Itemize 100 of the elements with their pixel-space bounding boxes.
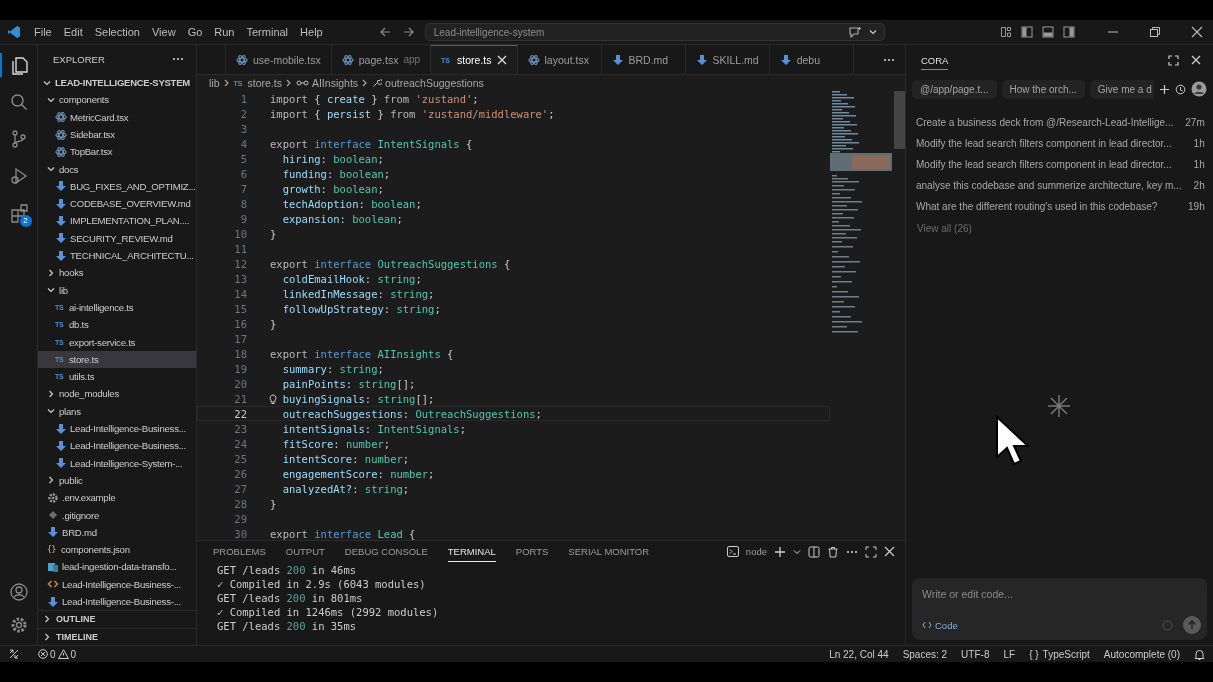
account-icon[interactable]: [8, 582, 29, 602]
close-icon[interactable]: [496, 55, 507, 65]
view-all-link[interactable]: View all (26): [917, 223, 972, 234]
chat-title[interactable]: CORA: [921, 50, 949, 70]
folder-entry[interactable]: public: [38, 471, 196, 490]
warning-count[interactable]: 0: [70, 648, 77, 660]
tree-entry[interactable]: Sidebar.tsx: [38, 125, 196, 144]
bell-icon[interactable]: [1194, 648, 1205, 660]
panel-tab[interactable]: PORTS: [515, 541, 549, 562]
command-center[interactable]: Lead-intelligence-system: [424, 23, 885, 41]
language-mode[interactable]: TypeScript: [1042, 648, 1090, 660]
panel-tab[interactable]: TERMINAL: [447, 541, 496, 562]
chevron-icon[interactable]: [46, 267, 56, 278]
menu-item[interactable]: File: [28, 26, 58, 38]
tree-entry[interactable]: BRD.md: [38, 523, 196, 541]
tree-entry[interactable]: CODEBASE_OVERVIEW.md: [38, 195, 196, 213]
folder-entry[interactable]: docs: [38, 160, 196, 178]
files-icon[interactable]: [9, 55, 30, 75]
secondary-sidebar-icon[interactable]: [1063, 26, 1075, 38]
workspace-header[interactable]: LEAD-INTELLIGENCE-SYSTEM: [38, 73, 196, 92]
panel-tab[interactable]: PROBLEMS: [213, 541, 266, 562]
menu-item[interactable]: Go: [181, 26, 209, 38]
panel-toggle-icon[interactable]: [1042, 26, 1054, 38]
status-item[interactable]: Spaces: 2: [902, 648, 948, 660]
avatar-icon[interactable]: [1190, 81, 1207, 97]
tree-entry[interactable]: Lead-Intelligence-Business...: [38, 437, 196, 455]
tree-entry[interactable]: SECURITY_REVIEW.md: [38, 229, 196, 247]
status-item[interactable]: Ln 22, Col 44: [829, 648, 889, 660]
folder-entry[interactable]: lib: [38, 281, 196, 299]
history-item[interactable]: Modify the lead search filters component in lead director... 1h: [912, 133, 1207, 154]
status-item[interactable]: UTF-8: [961, 648, 990, 660]
suggestion-chip[interactable]: @/app/page.t...: [912, 79, 997, 99]
chevron-icon[interactable]: [42, 614, 52, 625]
suggestion-chip[interactable]: How the orch...: [1001, 79, 1085, 99]
restore-icon[interactable]: [1149, 26, 1161, 38]
tree-entry[interactable]: TopBar.tsx: [38, 143, 196, 161]
more-icon[interactable]: [883, 57, 895, 62]
editor-tab[interactable]: debu: [769, 45, 854, 74]
menu-item[interactable]: Edit: [57, 26, 89, 38]
forward-arrow-icon[interactable]: [402, 26, 415, 38]
autocomplete-status[interactable]: Autocomplete (0): [1103, 648, 1180, 660]
breadcrumb-item[interactable]: lib: [209, 77, 220, 89]
run-debug-icon[interactable]: [8, 166, 29, 186]
split-icon[interactable]: [808, 545, 820, 558]
close-icon[interactable]: [1191, 26, 1203, 38]
breadcrumb-item[interactable]: outreachSuggestions: [385, 77, 484, 89]
breadcrumb-item[interactable]: store.ts: [247, 77, 282, 89]
tree-entry[interactable]: Lead-Intelligence-Business-...: [38, 575, 196, 593]
more-icon[interactable]: [846, 549, 858, 554]
chevron-icon[interactable]: [46, 475, 56, 486]
folder-entry[interactable]: components: [38, 91, 196, 109]
layout-icon[interactable]: [1000, 26, 1012, 38]
panel-tab[interactable]: OUTPUT: [285, 541, 325, 562]
maximize-icon[interactable]: [865, 545, 877, 558]
history-item[interactable]: Modify the lead search filters component in lead director... 1h: [912, 154, 1207, 175]
panel-tab[interactable]: SERIAL MONITOR: [568, 541, 650, 562]
menu-item[interactable]: Selection: [88, 26, 146, 38]
tree-entry[interactable]: IMPLEMENTATION_PLAN....: [38, 212, 196, 230]
tree-entry[interactable]: TECHNICAL_ARCHITECTU...: [38, 246, 196, 265]
suggestion-chip[interactable]: Give me a d: [1089, 79, 1154, 99]
scrollbar-thumb[interactable]: [894, 91, 905, 149]
tree-entry[interactable]: .env.example: [38, 489, 196, 507]
editor-tab[interactable]: layout.tsx: [517, 45, 602, 74]
folder-entry[interactable]: node_modules: [38, 385, 196, 403]
close-icon[interactable]: [884, 546, 895, 557]
close-icon[interactable]: [1190, 55, 1201, 65]
tree-entry[interactable]: Lead-Intelligence-System-...: [38, 454, 196, 472]
history-item[interactable]: What are the different routing's used in this codebase? 19h: [912, 196, 1207, 217]
folder-entry[interactable]: plans: [38, 402, 196, 420]
menu-item[interactable]: Help: [294, 26, 329, 38]
trash-icon[interactable]: [827, 545, 839, 558]
chat-input-field[interactable]: Write or edit code... Code: [912, 578, 1207, 640]
plus-icon[interactable]: [1158, 83, 1170, 95]
panel-tab[interactable]: DEBUG CONSOLE: [344, 541, 428, 562]
tree-entry[interactable]: lead-ingestion-data-transfo...: [38, 558, 196, 576]
history-item[interactable]: Create a business deck from @/Research-Lead-Intellige... 27m: [912, 112, 1207, 133]
breadcrumb-item[interactable]: AIInsights: [311, 77, 359, 89]
editor-tab[interactable]: SKILL.md: [685, 45, 770, 74]
back-arrow-icon[interactable]: [378, 26, 391, 38]
dropdown-chevron-icon[interactable]: [867, 27, 878, 37]
tree-entry[interactable]: BUG_FIXES_AND_OPTIMIZ...: [38, 177, 196, 196]
menu-item[interactable]: Terminal: [240, 26, 295, 38]
extensions-icon[interactable]: [8, 203, 29, 223]
sidebar-toggle-icon[interactable]: [1021, 26, 1033, 38]
tree-entry[interactable]: Lead-Intelligence-Business...: [38, 419, 196, 438]
plus-icon[interactable]: [774, 545, 786, 558]
terminal-name[interactable]: node: [745, 546, 767, 557]
chat-sparkle-icon[interactable]: [847, 26, 862, 38]
tree-entry[interactable]: .gitignore: [38, 506, 196, 524]
chevron-icon[interactable]: [46, 388, 56, 399]
search-icon[interactable]: [8, 92, 29, 112]
history-item[interactable]: analyse this codebase and summerize architecture, key m... 2h: [912, 175, 1207, 196]
chevron-icon[interactable]: [42, 631, 52, 642]
status-item[interactable]: LF: [1003, 648, 1016, 660]
history-icon[interactable]: [1174, 83, 1186, 95]
tree-entry[interactable]: MetricCard.tsx: [38, 108, 196, 126]
folder-entry[interactable]: hooks: [38, 264, 196, 282]
mode-button[interactable]: Code: [922, 619, 958, 631]
editor-tab[interactable]: BRD.md: [601, 45, 686, 74]
tree-entry[interactable]: {} components.json: [38, 541, 196, 559]
